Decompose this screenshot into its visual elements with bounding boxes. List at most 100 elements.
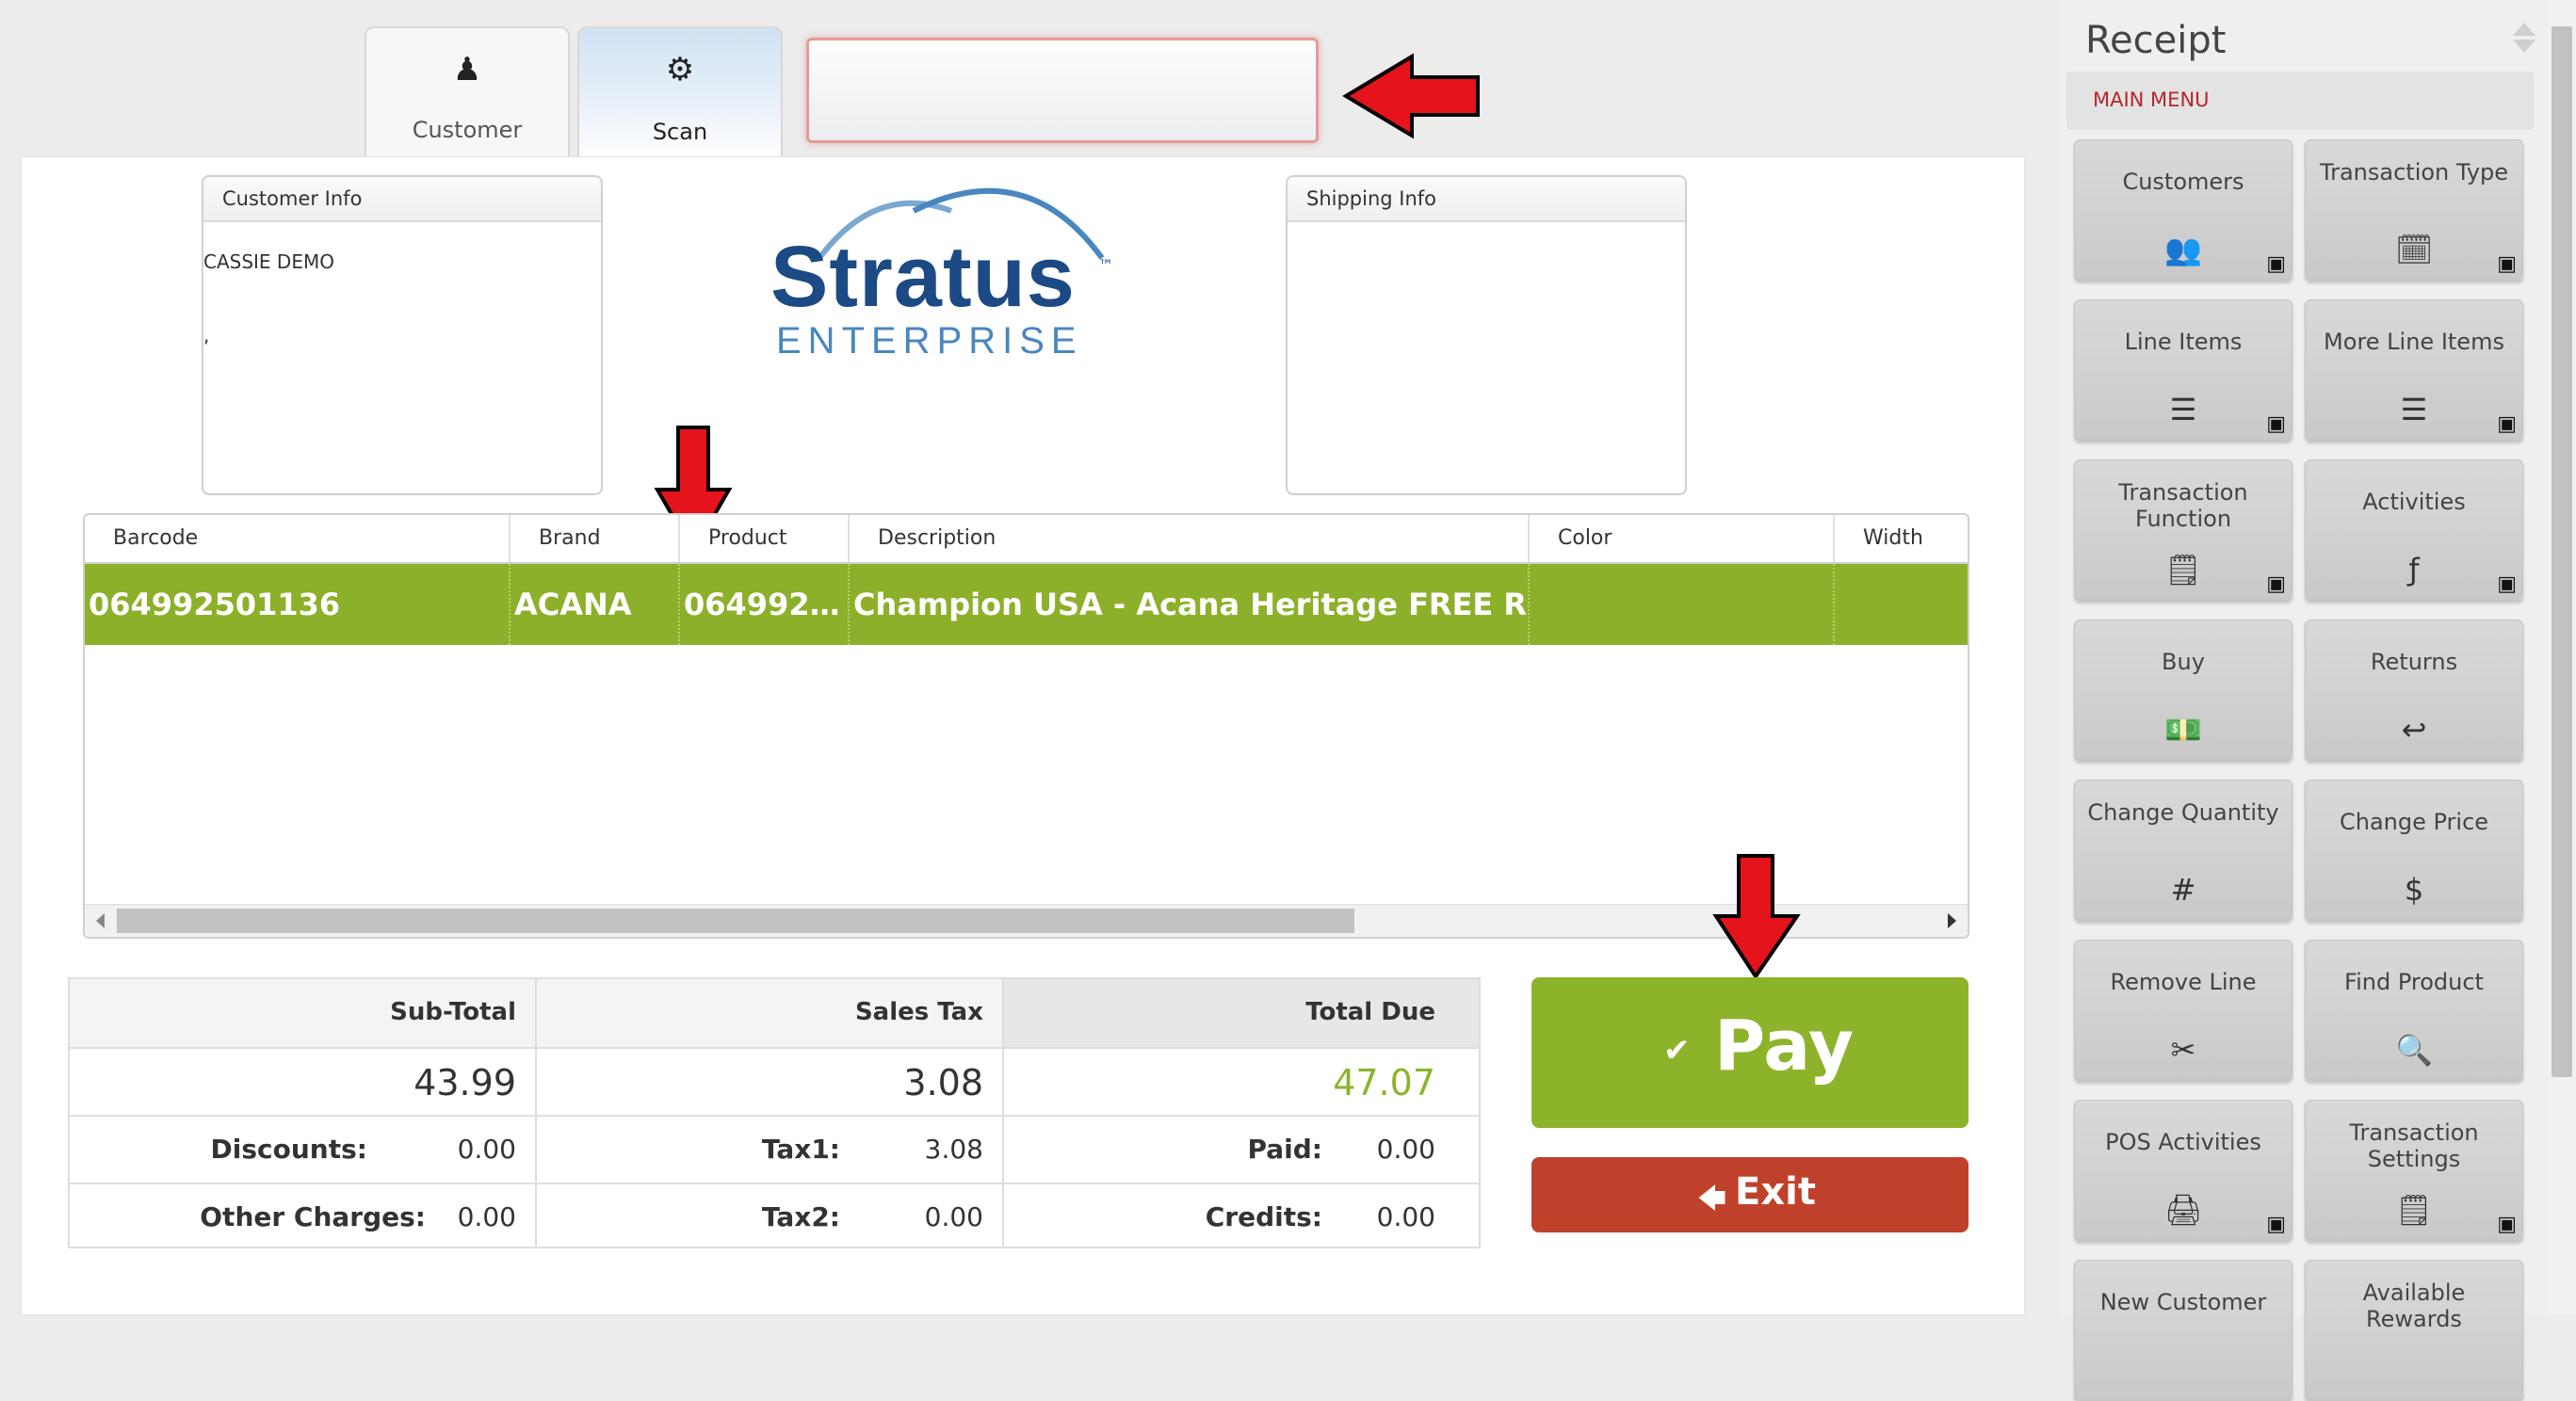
change-quantity-icon: #: [2170, 872, 2196, 908]
vertical-scrollbar[interactable]: [2548, 0, 2576, 1315]
pos-activities-icon: 🖨: [2163, 1192, 2203, 1228]
horizontal-scrollbar[interactable]: [85, 904, 1968, 937]
pay-button[interactable]: ✔ Pay: [1531, 977, 1968, 1128]
exit-button[interactable]: 🡄 Exit: [1531, 1157, 1968, 1232]
menu-button-label: Returns: [2370, 649, 2458, 675]
receipt-sidebar: Receipt MAIN MENU Customers 👥 ▣ Transaction…: [2059, 0, 2549, 1401]
menu-button-label: Find Product: [2344, 969, 2484, 995]
column-header-width[interactable]: Width: [1835, 515, 1968, 562]
totaldue-label: Total Due: [1305, 998, 1435, 1026]
menu-button-change-price[interactable]: Change Price $: [2305, 780, 2523, 921]
menu-button-customers[interactable]: Customers 👥 ▣: [2074, 139, 2292, 281]
logo-text: Stratus: [770, 229, 1076, 325]
tax1-label: Tax1:: [761, 1134, 840, 1165]
cell-barcode: 064992501136: [85, 564, 510, 645]
sidebar-title: Receipt: [2085, 19, 2227, 62]
tab-customer[interactable]: ♟ Customer: [365, 26, 570, 158]
menu-button-label: Transaction Settings: [2349, 1119, 2479, 1172]
line-items-icon: ☰: [2169, 392, 2197, 427]
column-header-barcode[interactable]: Barcode: [85, 515, 510, 562]
transaction-settings-icon: 🗒: [2394, 1192, 2434, 1228]
customer-info-box: Customer Info CASSIE DEMO ,: [202, 175, 603, 495]
menu-button-pos-activities[interactable]: POS Activities 🖨 ▣: [2074, 1100, 2292, 1241]
menu-button-find-product[interactable]: Find Product 🔍: [2305, 940, 2523, 1081]
sort-icon[interactable]: [2513, 23, 2535, 53]
menu-button-new-customer[interactable]: New Customer: [2074, 1260, 2292, 1401]
scroll-left-icon[interactable]: [96, 913, 105, 928]
menu-button-money[interactable]: Buy 💵: [2074, 620, 2292, 761]
menu-button-label: Customers: [2122, 169, 2244, 195]
logo-subtext: ENTERPRISE: [776, 320, 1083, 362]
column-header-description[interactable]: Description: [850, 515, 1530, 562]
back-arrow-icon: 🡄: [1697, 1183, 1726, 1216]
cell-width: [1835, 564, 1968, 645]
line-items-grid: Barcode Brand Product Description Color …: [83, 513, 1969, 939]
menu-button-more-line-items[interactable]: More Line Items ☰ ▣: [2305, 299, 2523, 441]
tab-customer-label: Customer: [412, 117, 523, 143]
cell-description: Champion USA - Acana Heritage FREE RUN P…: [850, 564, 1530, 645]
pay-button-label: Pay: [1714, 1006, 1855, 1087]
scrollbar-thumb[interactable]: [117, 909, 1354, 933]
totals-divider: [535, 979, 537, 1247]
totals-divider: [70, 1115, 1479, 1117]
menu-button-transaction-function[interactable]: Transaction Function 🗒 ▣: [2074, 459, 2292, 601]
menu-button-change-quantity[interactable]: Change Quantity #: [2074, 780, 2292, 921]
submenu-folder-icon: ▣: [2497, 1213, 2517, 1236]
annotation-arrow-left: [1342, 53, 1480, 139]
menu-button-label: Change Quantity: [2087, 799, 2279, 826]
column-header-brand[interactable]: Brand: [510, 515, 680, 562]
other-charges-label: Other Charges:: [200, 1201, 426, 1232]
totals-divider: [70, 1047, 1479, 1049]
customer-info-header: Customer Info: [203, 177, 601, 222]
tab-scan-label: Scan: [652, 119, 708, 145]
tab-scan[interactable]: ⚙ Scan: [577, 26, 783, 160]
logo-tm: ™: [1098, 256, 1113, 274]
submenu-folder-icon: ▣: [2497, 572, 2517, 596]
tax2-value: 0.00: [924, 1201, 983, 1232]
change-price-icon: $: [2404, 872, 2424, 908]
totals-divider: [70, 1183, 1479, 1184]
table-row[interactable]: 064992501136 ACANA 0649925… Champion USA…: [85, 564, 1968, 645]
scroll-right-icon[interactable]: [1948, 913, 1956, 928]
paid-value: 0.00: [1376, 1134, 1435, 1165]
column-header-product[interactable]: Product: [680, 515, 850, 562]
sun-icon: ⚙: [665, 51, 695, 89]
submenu-folder-icon: ▣: [2497, 252, 2517, 276]
more-line-items-icon: ☰: [2400, 392, 2428, 427]
exit-button-label: Exit: [1735, 1170, 1816, 1214]
main-menu-bar[interactable]: MAIN MENU: [2066, 72, 2534, 130]
salestax-label: Sales Tax: [854, 998, 983, 1026]
customer-address: ,: [203, 324, 210, 346]
vertical-scrollbar-thumb[interactable]: [2552, 26, 2572, 1077]
menu-button-rewards[interactable]: Available Rewards: [2305, 1260, 2523, 1401]
find-product-icon: 🔍: [2395, 1032, 2433, 1068]
column-header-color[interactable]: Color: [1530, 515, 1835, 562]
tax1-value: 3.08: [924, 1134, 983, 1165]
menu-button-transaction-settings[interactable]: Transaction Settings 🗒 ▣: [2305, 1100, 2523, 1241]
menu-button-transaction-type[interactable]: Transaction Type 🗓 ▣: [2305, 139, 2523, 281]
menu-button-label: Transaction Type: [2319, 159, 2509, 185]
submenu-folder-icon: ▣: [2266, 572, 2286, 596]
credits-label: Credits:: [1205, 1201, 1322, 1232]
customer-name: CASSIE DEMO: [203, 250, 334, 273]
check-icon: ✔: [1663, 1032, 1691, 1070]
credits-value: 0.00: [1376, 1201, 1435, 1232]
stratus-logo: Stratus ™ ENTERPRISE: [763, 169, 1140, 362]
cell-color: [1530, 564, 1835, 645]
scan-input[interactable]: [806, 38, 1319, 143]
activities-icon: ƒ: [2408, 552, 2420, 588]
menu-button-returns[interactable]: Returns ↩: [2305, 620, 2523, 761]
menu-button-label: Remove Line: [2110, 969, 2257, 995]
menu-button-label: More Line Items: [2324, 329, 2504, 355]
menu-button-scissors[interactable]: Remove Line ✂: [2074, 940, 2292, 1081]
menu-button-label: Available Rewards: [2362, 1280, 2466, 1332]
discounts-value: 0.00: [457, 1134, 516, 1165]
shipping-info-box: Shipping Info: [1286, 175, 1687, 495]
menu-button-label: Change Price: [2339, 809, 2489, 835]
submenu-folder-icon: ▣: [2266, 1213, 2286, 1236]
paid-label: Paid:: [1247, 1134, 1322, 1165]
subtotal-value: 43.99: [413, 1062, 516, 1103]
scissors-icon: ✂: [2170, 1032, 2196, 1068]
menu-button-line-items[interactable]: Line Items ☰ ▣: [2074, 299, 2292, 441]
menu-button-activities[interactable]: Activities ƒ ▣: [2305, 459, 2523, 601]
